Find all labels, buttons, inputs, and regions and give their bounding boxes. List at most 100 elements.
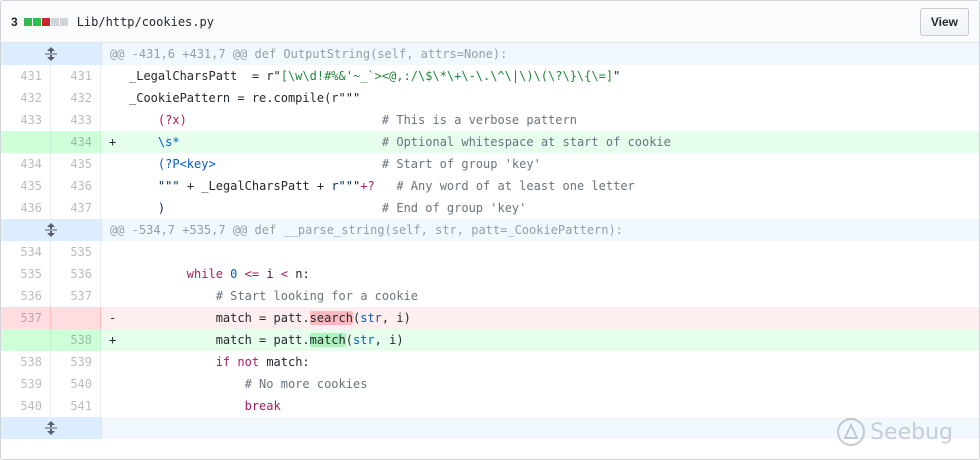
unfold-icon bbox=[45, 223, 57, 237]
new-line-number[interactable]: 435 bbox=[51, 153, 101, 175]
code-token-changed: search bbox=[309, 311, 353, 325]
new-line-number[interactable]: 436 bbox=[51, 175, 101, 197]
old-line-number[interactable] bbox=[1, 131, 51, 153]
hunk-header: @@ -534,7 +535,7 @@ def __parse_string(s… bbox=[1, 219, 979, 241]
diffstat-block bbox=[23, 17, 32, 26]
code-token: match: bbox=[266, 355, 310, 369]
code-token: """ bbox=[157, 179, 180, 193]
new-line-number[interactable]: 432 bbox=[51, 87, 101, 109]
old-line-number[interactable]: 536 bbox=[1, 285, 51, 307]
old-line-number[interactable]: 537 bbox=[1, 307, 51, 329]
diff-line: 540 541 break bbox=[1, 395, 979, 417]
new-line-number[interactable]: 540 bbox=[51, 373, 101, 395]
code-comment: # This is a verbose pattern bbox=[381, 113, 577, 127]
file-header: 3 Lib/http/cookies.py View bbox=[1, 1, 979, 43]
old-line-number[interactable] bbox=[1, 329, 51, 351]
code-comment: # Start looking for a cookie bbox=[215, 289, 418, 303]
code-comment: # Optional whitespace at start of cookie bbox=[381, 135, 671, 149]
old-line-number[interactable]: 539 bbox=[1, 373, 51, 395]
diff-line: 536 537 # Start looking for a cookie bbox=[1, 285, 979, 307]
diffstat-blocks bbox=[23, 17, 69, 26]
code-token: match = patt. bbox=[215, 311, 310, 325]
new-line-number[interactable]: 538 bbox=[51, 329, 101, 351]
new-line-number[interactable]: 437 bbox=[51, 197, 101, 219]
diffstat-block bbox=[41, 17, 50, 26]
hunk-footer-text bbox=[102, 417, 979, 439]
diff-line: 431 431 _LegalCharsPatt = r"[\w\d!#%&'~_… bbox=[1, 65, 979, 87]
code-comment: # Any word of at least one letter bbox=[396, 179, 635, 193]
old-line-number[interactable]: 538 bbox=[1, 351, 51, 373]
new-line-number[interactable]: 541 bbox=[51, 395, 101, 417]
hunk-footer bbox=[1, 417, 979, 439]
code-token: " bbox=[613, 69, 621, 83]
code-line: - match = patt.search(str, i) bbox=[101, 307, 979, 329]
new-line-number[interactable]: 431 bbox=[51, 65, 101, 87]
diff-marker: - bbox=[109, 311, 117, 325]
expand-icon[interactable] bbox=[1, 43, 102, 65]
view-file-button[interactable]: View bbox=[919, 7, 969, 36]
new-line-number[interactable]: 433 bbox=[51, 109, 101, 131]
code-comment: # Start of group 'key' bbox=[381, 157, 541, 171]
diffstat-block bbox=[32, 17, 41, 26]
old-line-number[interactable]: 435 bbox=[1, 175, 51, 197]
diff-line: 539 540 # No more cookies bbox=[1, 373, 979, 395]
diff-line-added: 434 + \s* # Optional whitespace at start… bbox=[1, 131, 979, 153]
new-line-number[interactable]: 535 bbox=[51, 241, 101, 263]
new-line-number[interactable] bbox=[51, 307, 101, 329]
diffstat-block bbox=[50, 17, 59, 26]
hunk-header-text: @@ -534,7 +535,7 @@ def __parse_string(s… bbox=[110, 223, 623, 237]
code-line: + \s* # Optional whitespace at start of … bbox=[101, 131, 979, 153]
code-token-changed: match bbox=[309, 333, 346, 347]
file-path[interactable]: Lib/http/cookies.py bbox=[77, 15, 214, 29]
code-token: (?x) bbox=[157, 113, 187, 127]
code-token: r""" bbox=[331, 179, 361, 193]
diff-line: 432 432 _CookiePattern = re.compile(r""" bbox=[1, 87, 979, 109]
code-token: ( bbox=[345, 333, 353, 347]
code-token: i bbox=[266, 267, 274, 281]
code-token: , i) bbox=[381, 311, 411, 325]
old-line-number[interactable]: 431 bbox=[1, 65, 51, 87]
diff-marker: + bbox=[109, 135, 117, 149]
diff-line: 433 433 (?x) # This is a verbose pattern bbox=[1, 109, 979, 131]
code-comment: # End of group 'key' bbox=[381, 201, 527, 215]
code-token: ) bbox=[157, 201, 166, 215]
code-line: # No more cookies bbox=[101, 373, 979, 395]
old-line-number[interactable]: 434 bbox=[1, 153, 51, 175]
code-token: _CookiePattern = re.compile(r""" bbox=[129, 91, 361, 105]
code-token: [\w\d!#%&'~_`><@,:/\$\*\+\-\.\^\|\)\(\?\… bbox=[280, 69, 614, 83]
old-line-number[interactable]: 540 bbox=[1, 395, 51, 417]
diff-line: 435 436 """ + _LegalCharsPatt + r"""+? #… bbox=[1, 175, 979, 197]
code-keyword: while bbox=[186, 267, 223, 281]
code-keyword: not bbox=[237, 355, 260, 369]
new-line-number[interactable]: 536 bbox=[51, 263, 101, 285]
expand-icon[interactable] bbox=[1, 219, 102, 241]
old-line-number[interactable]: 535 bbox=[1, 263, 51, 285]
diff-table: @@ -431,6 +431,7 @@ def OutputString(sel… bbox=[1, 43, 979, 439]
code-line: while 0 <= i < n: bbox=[101, 263, 979, 285]
code-line: # Start looking for a cookie bbox=[101, 285, 979, 307]
diffstat-count: 3 bbox=[11, 14, 18, 29]
code-token: \s* bbox=[157, 135, 180, 149]
unfold-icon bbox=[45, 47, 57, 61]
code-token: + _LegalCharsPatt + bbox=[179, 179, 332, 193]
code-token: match = patt. bbox=[215, 333, 310, 347]
code-token: str bbox=[352, 333, 375, 347]
new-line-number[interactable]: 434 bbox=[51, 131, 101, 153]
diff-line: 535 536 while 0 <= i < n: bbox=[1, 263, 979, 285]
expand-icon[interactable] bbox=[1, 417, 102, 439]
old-line-number[interactable]: 432 bbox=[1, 87, 51, 109]
code-line: (?x) # This is a verbose pattern bbox=[101, 109, 979, 131]
new-line-number[interactable]: 537 bbox=[51, 285, 101, 307]
old-line-number[interactable]: 433 bbox=[1, 109, 51, 131]
code-token: n: bbox=[295, 267, 310, 281]
hunk-header-text: @@ -431,6 +431,7 @@ def OutputString(sel… bbox=[110, 47, 508, 61]
old-line-number[interactable]: 534 bbox=[1, 241, 51, 263]
code-line: + match = patt.match(str, i) bbox=[101, 329, 979, 351]
old-line-number[interactable]: 436 bbox=[1, 197, 51, 219]
code-line: _CookiePattern = re.compile(r""" bbox=[101, 87, 979, 109]
new-line-number[interactable]: 539 bbox=[51, 351, 101, 373]
code-token: , i) bbox=[374, 333, 404, 347]
code-token: +? bbox=[360, 179, 375, 193]
diff-line-deleted: 537 - match = patt.search(str, i) bbox=[1, 307, 979, 329]
